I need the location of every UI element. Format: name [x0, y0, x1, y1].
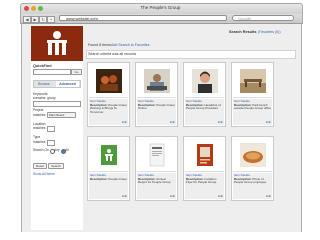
results-bar-text: Search criteria was all records: [88, 52, 137, 56]
result-card[interactable]: Item Details Description: Headshot of Pe…: [183, 62, 226, 127]
result-card[interactable]: Item Details Description: People Group O…: [135, 62, 178, 127]
add-to-favorites-link[interactable]: Add Search to Favorites: [111, 43, 150, 47]
edit-link[interactable]: Edit: [218, 120, 223, 124]
thumbnail[interactable]: [233, 138, 272, 172]
back-button[interactable]: ◀: [23, 16, 31, 23]
address-bar[interactable]: www.website.com: [59, 15, 227, 21]
photo-workers-image: [96, 69, 122, 93]
keywords-mode: contains: group: [33, 96, 56, 100]
thumbnail[interactable]: [233, 64, 272, 98]
thumbnail[interactable]: [89, 138, 128, 172]
project-label: Project: [33, 108, 44, 112]
go-button[interactable]: Go: [71, 69, 82, 75]
photo-bench-image: [240, 69, 266, 93]
search-on-all-label: All: [65, 148, 69, 152]
url-text: www.website.com: [66, 16, 98, 21]
project-matches: matches: [33, 113, 46, 117]
thumbnail[interactable]: [89, 64, 128, 98]
item-description: People Group: [108, 176, 127, 181]
logo-icon: [47, 31, 67, 55]
search-button[interactable]: Search: [48, 163, 64, 169]
description-label: Description:: [90, 176, 108, 181]
forward-arrow-icon: ▶: [33, 17, 37, 22]
window-title: The People's Group: [140, 5, 181, 10]
edit-link[interactable]: Edit: [218, 194, 223, 198]
search-on-any-label: Any: [54, 148, 60, 152]
project-select-value: Main Board: [49, 113, 65, 117]
edit-link[interactable]: Edit: [122, 194, 127, 198]
plus-icon: +: [49, 17, 53, 22]
quickfind-label: QuickFind: [33, 64, 52, 68]
thumbnail[interactable]: [185, 138, 224, 172]
quickfind-input[interactable]: [33, 69, 71, 75]
tab-browse[interactable]: Browse: [33, 81, 55, 87]
result-card[interactable]: Item Details Description: Park bench out…: [231, 62, 274, 127]
location-matches: matches: [33, 126, 46, 130]
result-card[interactable]: Item Details Description: Photo of Peopl…: [231, 136, 274, 201]
location-select[interactable]: [47, 126, 55, 132]
result-card[interactable]: Item Details Description: Invitation Fly…: [183, 136, 226, 201]
result-card[interactable]: Item Details Description: People Group E…: [87, 136, 130, 201]
invitation-flyer-image: [197, 144, 213, 166]
edit-link[interactable]: Edit: [170, 194, 175, 198]
add-tab-button[interactable]: +: [47, 16, 55, 23]
thumbnail[interactable]: [185, 64, 224, 98]
show-all-link[interactable]: Show All Items: [33, 172, 55, 176]
type-matches: matches: [33, 140, 46, 144]
edit-link[interactable]: Edit: [266, 194, 271, 198]
type-select[interactable]: [47, 140, 55, 146]
employee-photo-image: [240, 143, 266, 167]
brand-logo[interactable]: [31, 26, 83, 61]
result-card[interactable]: Item Details Description: People Group W…: [87, 62, 130, 127]
found-count: Found 8 items: [88, 43, 111, 47]
browser-search-field[interactable]: Google: [232, 15, 294, 21]
thumbnail[interactable]: [137, 64, 176, 98]
edit-link[interactable]: Edit: [266, 120, 271, 124]
search-results-label: Search Results: [229, 30, 257, 34]
tab-advanced[interactable]: Advanced: [56, 81, 79, 87]
photo-headshot-image: [192, 69, 218, 93]
forward-button[interactable]: ▶: [31, 16, 39, 23]
thumbnail[interactable]: [137, 138, 176, 172]
reset-button[interactable]: Reset: [33, 163, 47, 169]
reload-button[interactable]: ↻: [39, 16, 47, 23]
favorites-link[interactable]: (Favorites (0)): [258, 30, 281, 34]
search-placeholder: Google: [238, 16, 251, 21]
project-select[interactable]: Main Board: [47, 112, 76, 118]
reload-icon: ↻: [41, 17, 45, 22]
edit-link[interactable]: Edit: [170, 120, 175, 124]
annual-report-image: [149, 143, 165, 167]
back-arrow-icon: ◀: [25, 17, 29, 22]
type-label: Type: [33, 135, 41, 139]
result-card[interactable]: Item Details Description: Annual Report …: [135, 136, 178, 201]
edit-link[interactable]: Edit: [122, 120, 127, 124]
search-on-label: Search On: [33, 148, 49, 152]
photo-online-image: [144, 69, 170, 93]
keywords-input[interactable]: [33, 101, 81, 107]
green-logo-image: [101, 145, 117, 165]
